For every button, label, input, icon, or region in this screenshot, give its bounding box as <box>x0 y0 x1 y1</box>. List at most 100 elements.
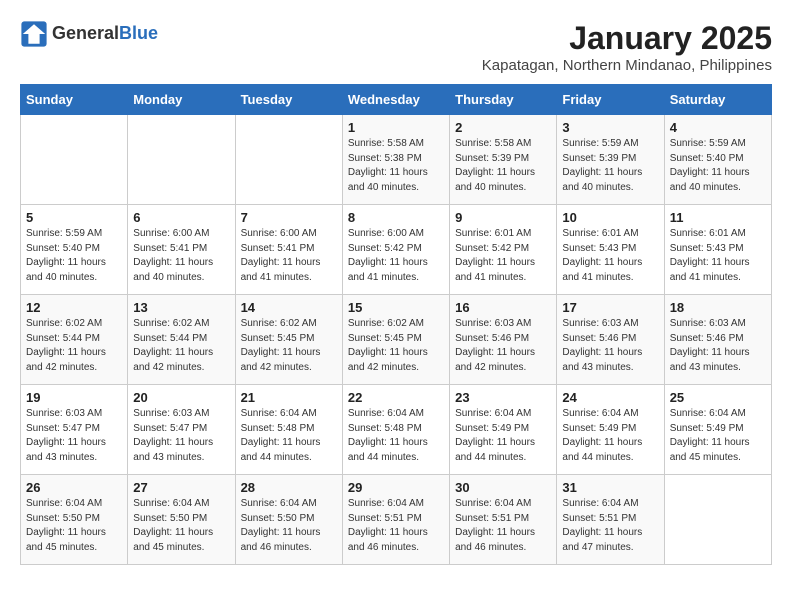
calendar-cell: 9 Sunrise: 6:01 AM Sunset: 5:42 PM Daylig… <box>450 205 557 295</box>
calendar-cell <box>664 475 771 565</box>
day-info: Sunrise: 5:59 AM Sunset: 5:40 PM Dayligh… <box>26 227 122 285</box>
day-info: Sunrise: 6:02 AM Sunset: 5:45 PM Dayligh… <box>348 317 444 375</box>
day-info: Sunrise: 6:04 AM Sunset: 5:51 PM Dayligh… <box>348 497 444 555</box>
day-number: 31 <box>562 480 658 495</box>
day-number: 25 <box>670 390 766 405</box>
calendar-week-row: 5 Sunrise: 5:59 AM Sunset: 5:40 PM Daylig… <box>21 205 772 295</box>
header-tuesday: Tuesday <box>235 85 342 115</box>
day-info: Sunrise: 6:04 AM Sunset: 5:51 PM Dayligh… <box>562 497 658 555</box>
calendar-cell: 5 Sunrise: 5:59 AM Sunset: 5:40 PM Daylig… <box>21 205 128 295</box>
day-info: Sunrise: 6:02 AM Sunset: 5:45 PM Dayligh… <box>241 317 337 375</box>
calendar-cell: 24 Sunrise: 6:04 AM Sunset: 5:49 PM Dayli… <box>557 385 664 475</box>
calendar-cell: 25 Sunrise: 6:04 AM Sunset: 5:49 PM Dayli… <box>664 385 771 475</box>
day-info: Sunrise: 6:01 AM Sunset: 5:42 PM Dayligh… <box>455 227 551 285</box>
calendar-cell: 22Sunrise: 6:04 AM Sunset: 5:48 PM Dayli… <box>342 385 449 475</box>
logo-icon <box>20 20 48 48</box>
calendar-cell: 17Sunrise: 6:03 AM Sunset: 5:46 PM Dayli… <box>557 295 664 385</box>
calendar-cell: 27 Sunrise: 6:04 AM Sunset: 5:50 PM Dayli… <box>128 475 235 565</box>
calendar-cell: 19 Sunrise: 6:03 AM Sunset: 5:47 PM Dayli… <box>21 385 128 475</box>
day-number: 14 <box>241 300 337 315</box>
day-info: Sunrise: 6:00 AM Sunset: 5:41 PM Dayligh… <box>241 227 337 285</box>
calendar-cell: 4Sunrise: 5:59 AM Sunset: 5:40 PM Daylig… <box>664 115 771 205</box>
day-number: 28 <box>241 480 337 495</box>
day-number: 12 <box>26 300 122 315</box>
calendar-cell: 2Sunrise: 5:58 AM Sunset: 5:39 PM Daylig… <box>450 115 557 205</box>
calendar-cell: 15Sunrise: 6:02 AM Sunset: 5:45 PM Dayli… <box>342 295 449 385</box>
calendar-cell: 14 Sunrise: 6:02 AM Sunset: 5:45 PM Dayli… <box>235 295 342 385</box>
calendar-cell: 29 Sunrise: 6:04 AM Sunset: 5:51 PM Dayli… <box>342 475 449 565</box>
day-number: 26 <box>26 480 122 495</box>
calendar-cell: 3Sunrise: 5:59 AM Sunset: 5:39 PM Daylig… <box>557 115 664 205</box>
day-number: 20 <box>133 390 229 405</box>
day-info: Sunrise: 6:02 AM Sunset: 5:44 PM Dayligh… <box>26 317 122 375</box>
day-number: 7 <box>241 210 337 225</box>
day-number: 30 <box>455 480 551 495</box>
day-info: Sunrise: 6:03 AM Sunset: 5:46 PM Dayligh… <box>562 317 658 375</box>
day-number: 29 <box>348 480 444 495</box>
calendar-subtitle: Kapatagan, Northern Mindanao, Philippine… <box>482 57 772 74</box>
calendar-cell <box>21 115 128 205</box>
day-number: 8 <box>348 210 444 225</box>
day-number: 4 <box>670 120 766 135</box>
calendar-cell: 26 Sunrise: 6:04 AM Sunset: 5:50 PM Dayli… <box>21 475 128 565</box>
day-header-row: Sunday Monday Tuesday Wednesday Thursday… <box>21 85 772 115</box>
header-wednesday: Wednesday <box>342 85 449 115</box>
calendar-cell: 28 Sunrise: 6:04 AM Sunset: 5:50 PM Dayli… <box>235 475 342 565</box>
calendar-cell: 12 Sunrise: 6:02 AM Sunset: 5:44 PM Dayli… <box>21 295 128 385</box>
day-info: Sunrise: 6:04 AM Sunset: 5:49 PM Dayligh… <box>455 407 551 465</box>
day-info: Sunrise: 5:58 AM Sunset: 5:38 PM Dayligh… <box>348 137 444 195</box>
calendar-cell: 21 Sunrise: 6:04 AM Sunset: 5:48 PM Dayli… <box>235 385 342 475</box>
day-number: 27 <box>133 480 229 495</box>
calendar-cell: 18Sunrise: 6:03 AM Sunset: 5:46 PM Dayli… <box>664 295 771 385</box>
day-info: Sunrise: 6:04 AM Sunset: 5:51 PM Dayligh… <box>455 497 551 555</box>
calendar-cell: 31 Sunrise: 6:04 AM Sunset: 5:51 PM Dayli… <box>557 475 664 565</box>
calendar-body: 1 Sunrise: 5:58 AM Sunset: 5:38 PM Daylig… <box>21 115 772 565</box>
calendar-cell: 20 Sunrise: 6:03 AM Sunset: 5:47 PM Dayli… <box>128 385 235 475</box>
header-thursday: Thursday <box>450 85 557 115</box>
calendar-cell <box>235 115 342 205</box>
day-info: Sunrise: 6:04 AM Sunset: 5:50 PM Dayligh… <box>241 497 337 555</box>
calendar-cell: 1 Sunrise: 5:58 AM Sunset: 5:38 PM Daylig… <box>342 115 449 205</box>
calendar-week-row: 26 Sunrise: 6:04 AM Sunset: 5:50 PM Dayli… <box>21 475 772 565</box>
logo-general-text: GeneralBlue <box>52 24 158 44</box>
calendar-cell: 30 Sunrise: 6:04 AM Sunset: 5:51 PM Dayli… <box>450 475 557 565</box>
header-sunday: Sunday <box>21 85 128 115</box>
day-info: Sunrise: 6:04 AM Sunset: 5:49 PM Dayligh… <box>562 407 658 465</box>
day-number: 9 <box>455 210 551 225</box>
calendar-week-row: 1 Sunrise: 5:58 AM Sunset: 5:38 PM Daylig… <box>21 115 772 205</box>
day-info: Sunrise: 6:04 AM Sunset: 5:48 PM Dayligh… <box>241 407 337 465</box>
day-number: 5 <box>26 210 122 225</box>
day-info: Sunrise: 6:03 AM Sunset: 5:46 PM Dayligh… <box>455 317 551 375</box>
day-info: Sunrise: 6:03 AM Sunset: 5:47 PM Dayligh… <box>133 407 229 465</box>
day-info: Sunrise: 6:01 AM Sunset: 5:43 PM Dayligh… <box>562 227 658 285</box>
day-info: Sunrise: 6:00 AM Sunset: 5:42 PM Dayligh… <box>348 227 444 285</box>
day-info: Sunrise: 6:04 AM Sunset: 5:50 PM Dayligh… <box>26 497 122 555</box>
day-number: 24 <box>562 390 658 405</box>
day-info: Sunrise: 6:03 AM Sunset: 5:47 PM Dayligh… <box>26 407 122 465</box>
day-info: Sunrise: 6:04 AM Sunset: 5:50 PM Dayligh… <box>133 497 229 555</box>
day-number: 1 <box>348 120 444 135</box>
day-number: 6 <box>133 210 229 225</box>
day-info: Sunrise: 6:00 AM Sunset: 5:41 PM Dayligh… <box>133 227 229 285</box>
day-number: 21 <box>241 390 337 405</box>
calendar-cell: 7 Sunrise: 6:00 AM Sunset: 5:41 PM Daylig… <box>235 205 342 295</box>
day-number: 16 <box>455 300 551 315</box>
calendar-cell <box>128 115 235 205</box>
day-number: 13 <box>133 300 229 315</box>
day-info: Sunrise: 5:59 AM Sunset: 5:39 PM Dayligh… <box>562 137 658 195</box>
calendar-cell: 6 Sunrise: 6:00 AM Sunset: 5:41 PM Daylig… <box>128 205 235 295</box>
day-number: 11 <box>670 210 766 225</box>
calendar-cell: 23Sunrise: 6:04 AM Sunset: 5:49 PM Dayli… <box>450 385 557 475</box>
calendar-week-row: 19 Sunrise: 6:03 AM Sunset: 5:47 PM Dayli… <box>21 385 772 475</box>
day-info: Sunrise: 6:04 AM Sunset: 5:49 PM Dayligh… <box>670 407 766 465</box>
calendar-cell: 10Sunrise: 6:01 AM Sunset: 5:43 PM Dayli… <box>557 205 664 295</box>
header-monday: Monday <box>128 85 235 115</box>
day-number: 2 <box>455 120 551 135</box>
day-info: Sunrise: 6:02 AM Sunset: 5:44 PM Dayligh… <box>133 317 229 375</box>
logo: GeneralBlue <box>20 20 158 48</box>
header-friday: Friday <box>557 85 664 115</box>
day-number: 19 <box>26 390 122 405</box>
calendar-cell: 13 Sunrise: 6:02 AM Sunset: 5:44 PM Dayli… <box>128 295 235 385</box>
title-section: January 2025 Kapatagan, Northern Mindana… <box>482 20 772 74</box>
day-info: Sunrise: 6:04 AM Sunset: 5:48 PM Dayligh… <box>348 407 444 465</box>
